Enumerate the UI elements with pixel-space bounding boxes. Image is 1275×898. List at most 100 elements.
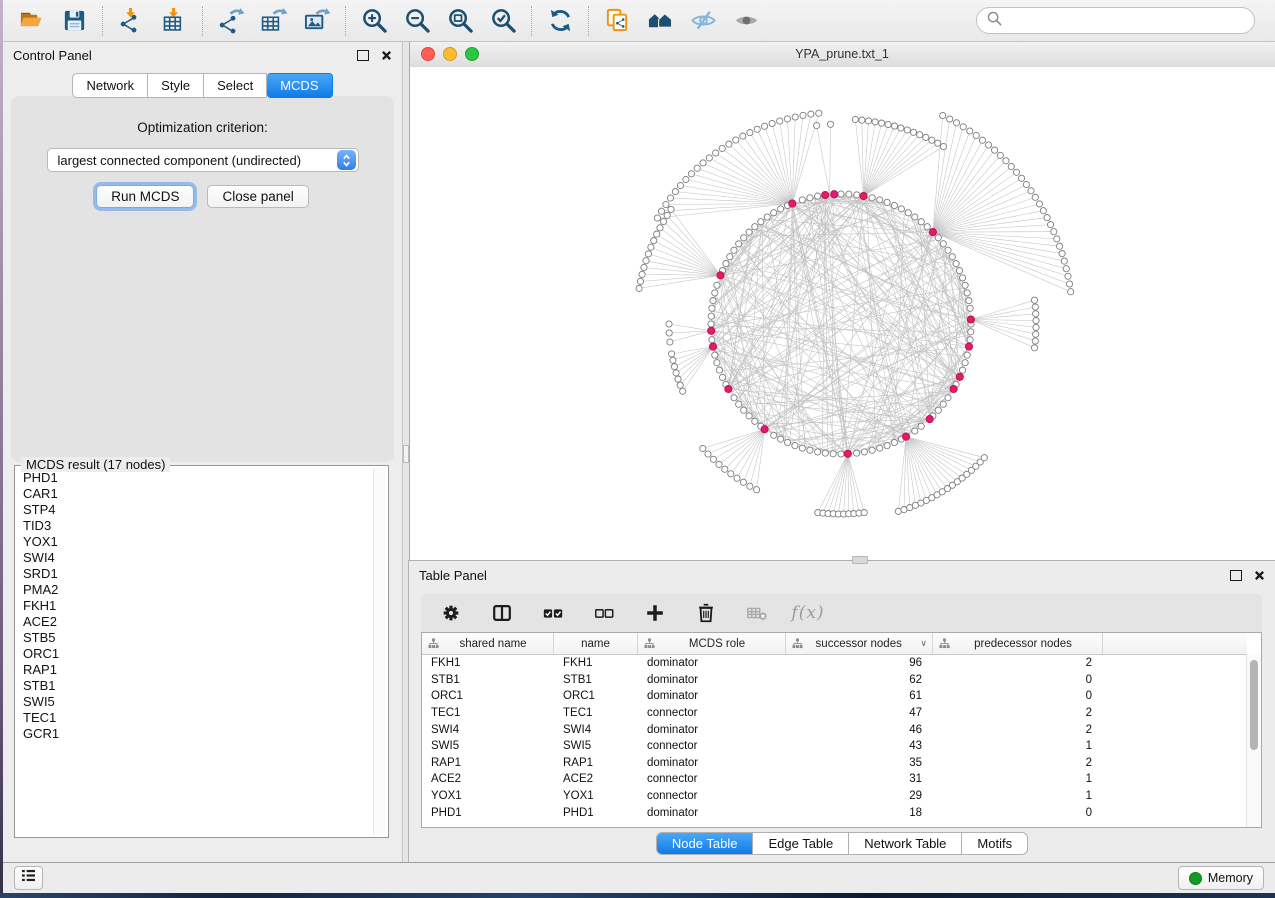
zoom-out-icon[interactable] — [400, 6, 434, 36]
save-session-icon[interactable] — [57, 6, 91, 36]
zoom-in-icon[interactable] — [357, 6, 391, 36]
home-view-icon[interactable] — [643, 6, 677, 36]
search-input[interactable] — [1007, 11, 1254, 31]
table-row[interactable]: TEC1TEC1connector472 — [422, 705, 1247, 722]
column-header-predecessor-nodes[interactable]: predecessor nodes — [933, 633, 1103, 654]
memory-button[interactable]: Memory — [1178, 866, 1264, 890]
mcds-result-item[interactable]: PMA2 — [17, 582, 373, 598]
column-header-name[interactable]: name — [554, 633, 638, 654]
close-table-panel-icon[interactable] — [1254, 570, 1265, 581]
cell-shared_name: YOX1 — [422, 790, 554, 802]
network-graph[interactable] — [409, 67, 1275, 560]
table-row[interactable]: SWI4SWI4dominator462 — [422, 721, 1247, 738]
cell-name: TEC1 — [554, 707, 638, 719]
tab-network-table[interactable]: Network Table — [849, 833, 962, 854]
mcds-result-item[interactable]: GCR1 — [17, 726, 373, 742]
tab-motifs[interactable]: Motifs — [962, 833, 1027, 854]
cell-name: RAP1 — [554, 757, 638, 769]
tab-node-table[interactable]: Node Table — [657, 833, 754, 854]
table-row[interactable]: STB1STB1dominator620 — [422, 672, 1247, 689]
cell-predecessor: 1 — [933, 740, 1103, 752]
tab-select[interactable]: Select — [204, 73, 267, 98]
mcds-result-item[interactable]: TID3 — [17, 518, 373, 534]
open-file-icon[interactable] — [14, 6, 48, 36]
cell-successor: 47 — [786, 707, 933, 719]
mcds-result-item[interactable]: SWI5 — [17, 694, 373, 710]
splitter-handle[interactable] — [403, 445, 409, 463]
tab-mcds[interactable]: MCDS — [267, 73, 332, 98]
float-table-panel-icon[interactable] — [1230, 570, 1242, 581]
mcds-result-item[interactable]: PHD1 — [17, 470, 373, 486]
column-header-MCDS-role[interactable]: MCDS role — [638, 633, 786, 654]
run-mcds-button[interactable]: Run MCDS — [96, 185, 194, 208]
add-column-icon[interactable] — [643, 601, 667, 625]
split-columns-icon[interactable] — [490, 601, 514, 625]
tab-style[interactable]: Style — [148, 73, 204, 98]
table-row[interactable]: FKH1FKH1dominator962 — [422, 655, 1247, 672]
export-network-icon[interactable] — [214, 6, 248, 36]
mcds-result-item[interactable]: TEC1 — [17, 710, 373, 726]
zoom-selected-icon[interactable] — [486, 6, 520, 36]
mcds-result-item[interactable]: YOX1 — [17, 534, 373, 550]
control-panel-title: Control Panel — [13, 48, 92, 63]
cell-predecessor: 2 — [933, 724, 1103, 736]
table-row[interactable]: PHD1PHD1dominator180 — [422, 804, 1247, 821]
mcds-result-item[interactable]: SRD1 — [17, 566, 373, 582]
table-header-row: shared namenameMCDS rolesuccessor nodes∨… — [422, 633, 1247, 655]
cell-successor: 46 — [786, 724, 933, 736]
export-table-icon[interactable] — [257, 6, 291, 36]
mcds-result-item[interactable]: FKH1 — [17, 598, 373, 614]
mcds-result-item[interactable]: RAP1 — [17, 662, 373, 678]
cell-mcds_role: dominator — [638, 690, 786, 702]
show-panels-icon[interactable] — [729, 6, 763, 36]
search-icon — [986, 10, 1002, 31]
import-table-icon[interactable] — [157, 6, 191, 36]
table-scrollbar[interactable] — [1246, 654, 1261, 827]
close-panel-button[interactable]: Close panel — [207, 185, 308, 208]
cell-successor: 43 — [786, 740, 933, 752]
column-header-successor-nodes[interactable]: successor nodes∨ — [786, 633, 933, 654]
import-network-icon[interactable] — [114, 6, 148, 36]
delete-column-icon[interactable] — [694, 601, 718, 625]
table-row[interactable]: ACE2ACE2connector311 — [422, 771, 1247, 788]
tab-edge-table[interactable]: Edge Table — [753, 833, 849, 854]
search-box[interactable] — [976, 7, 1255, 34]
cell-predecessor: 2 — [933, 757, 1103, 769]
mcds-result-item[interactable]: SWI4 — [17, 550, 373, 566]
horizontal-splitter-handle[interactable] — [852, 556, 868, 564]
table-row[interactable]: ORC1ORC1dominator610 — [422, 688, 1247, 705]
float-panel-icon[interactable] — [357, 50, 369, 61]
cell-mcds_role: dominator — [638, 757, 786, 769]
cell-name: SWI5 — [554, 740, 638, 752]
control-panel-header: Control Panel — [3, 41, 402, 69]
table-row[interactable]: RAP1RAP1dominator352 — [422, 755, 1247, 772]
refresh-network-icon[interactable] — [543, 6, 577, 36]
mcds-result-item[interactable]: CAR1 — [17, 486, 373, 502]
table-panel: Table Panel f(x) shared namenameMCDS rol… — [408, 560, 1275, 862]
column-header-shared-name[interactable]: shared name — [422, 633, 554, 654]
mcds-result-item[interactable]: ORC1 — [17, 646, 373, 662]
mcds-result-item[interactable]: ACE2 — [17, 614, 373, 630]
select-all-icon[interactable] — [541, 601, 565, 625]
task-history-button[interactable] — [14, 866, 43, 890]
network-canvas[interactable] — [409, 67, 1275, 560]
close-panel-icon[interactable] — [381, 50, 392, 61]
mcds-result-item[interactable]: STP4 — [17, 502, 373, 518]
mcds-result-item[interactable]: STB5 — [17, 630, 373, 646]
mcds-result-item[interactable]: STB1 — [17, 678, 373, 694]
table-settings-icon[interactable] — [439, 601, 463, 625]
zoom-fit-icon[interactable] — [443, 6, 477, 36]
export-image-icon[interactable] — [300, 6, 334, 36]
control-panel-tabs: NetworkStyleSelectMCDS — [3, 73, 402, 98]
table-row[interactable]: SWI5SWI5connector431 — [422, 738, 1247, 755]
cell-predecessor: 2 — [933, 657, 1103, 669]
criterion-select[interactable]: largest connected component (undirected) — [47, 148, 359, 172]
mcds-result-scrollbar[interactable] — [373, 468, 386, 835]
duplicate-network-icon[interactable] — [600, 6, 634, 36]
deselect-all-icon[interactable] — [592, 601, 616, 625]
hide-panels-icon[interactable] — [686, 6, 720, 36]
table-panel-header: Table Panel — [409, 561, 1275, 589]
tab-network[interactable]: Network — [72, 73, 148, 98]
table-row[interactable]: YOX1YOX1connector291 — [422, 788, 1247, 805]
table-scrollbar-thumb[interactable] — [1250, 660, 1258, 750]
